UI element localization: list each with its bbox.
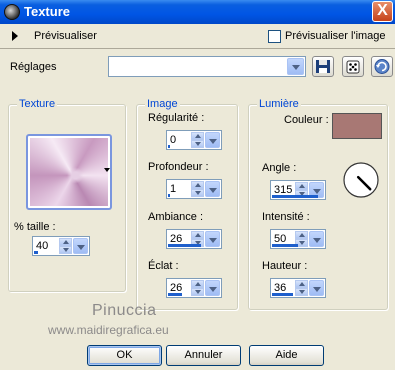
light_group-field-spin[interactable]: 36 xyxy=(270,278,326,298)
ok-button[interactable]: OK xyxy=(87,345,162,366)
spin-up-icon[interactable] xyxy=(191,231,204,239)
light_group-field-label: Intensité : xyxy=(262,211,310,223)
chevron-down-icon[interactable] xyxy=(205,132,220,148)
color-label: Couleur : xyxy=(284,114,329,126)
size-level-bar xyxy=(34,251,38,254)
preview-image-label: Prévisualiser l'image xyxy=(285,30,386,42)
settings-combo[interactable] xyxy=(108,56,306,77)
title-bar: Texture X xyxy=(0,0,395,24)
expand-arrow-icon[interactable] xyxy=(12,31,18,41)
size-spin[interactable]: 40 xyxy=(32,236,90,256)
spin-buttons[interactable] xyxy=(191,280,204,296)
preview-image-checkbox[interactable] xyxy=(268,30,281,43)
reset-icon xyxy=(374,59,390,74)
dice-icon xyxy=(346,60,360,74)
help-button[interactable]: Aide xyxy=(249,345,324,366)
image_group-field-spin[interactable]: 1 xyxy=(166,179,222,199)
chevron-down-icon[interactable] xyxy=(205,231,220,247)
save-preset-button[interactable] xyxy=(312,56,334,77)
chevron-down-icon[interactable] xyxy=(205,280,220,296)
light_group-field-spin[interactable]: 50 xyxy=(270,229,326,249)
app-icon xyxy=(4,4,20,20)
image_group-field-spin[interactable]: 26 xyxy=(166,278,222,298)
size-label: % taille : xyxy=(14,221,56,233)
cancel-button[interactable]: Annuler xyxy=(166,345,241,366)
spin-up-icon[interactable] xyxy=(59,238,72,246)
image_group-field-label: Éclat : xyxy=(148,260,179,272)
chevron-down-icon[interactable] xyxy=(309,280,324,296)
chevron-down-icon[interactable] xyxy=(309,231,324,247)
spin-up-icon[interactable] xyxy=(295,231,308,239)
spin-down-icon[interactable] xyxy=(191,189,204,197)
chevron-down-icon[interactable] xyxy=(205,181,220,197)
spin-down-icon[interactable] xyxy=(295,288,308,296)
light_group-field-label: Angle : xyxy=(262,162,297,174)
light_group-field-label: Hauteur : xyxy=(262,260,308,272)
spin-up-icon[interactable] xyxy=(191,132,204,140)
spin-up-icon[interactable] xyxy=(295,280,308,288)
spin-up-icon[interactable] xyxy=(191,280,204,288)
texture-group-title: Texture xyxy=(17,98,58,110)
settings-label: Réglages xyxy=(10,61,57,73)
watermark-name: Pinuccia xyxy=(92,302,157,319)
field-level-bar xyxy=(168,194,170,197)
field-level-bar xyxy=(272,195,318,198)
close-button[interactable]: X xyxy=(372,1,393,22)
image_group-field-label: Régularité : xyxy=(148,112,205,124)
field-level-bar xyxy=(168,244,201,247)
texture-swatch xyxy=(30,138,108,206)
spin-up-icon[interactable] xyxy=(295,182,308,190)
texture-dropdown-arrow-icon[interactable] xyxy=(104,168,110,172)
window-title: Texture xyxy=(24,4,70,19)
field-level-bar xyxy=(272,244,298,247)
image_group-field-spin[interactable]: 26 xyxy=(166,229,222,249)
size-spin-buttons[interactable] xyxy=(59,238,72,254)
image-group-title: Image xyxy=(145,98,180,110)
watermark-url: www.maidiregrafica.eu xyxy=(48,323,169,337)
field-level-bar xyxy=(168,145,170,148)
chevron-down-icon[interactable] xyxy=(73,238,88,254)
spin-down-icon[interactable] xyxy=(191,140,204,148)
preview-label[interactable]: Prévisualiser xyxy=(34,30,97,42)
chevron-down-icon[interactable] xyxy=(287,58,304,75)
light-group-title: Lumière xyxy=(257,98,301,110)
image_group-field-label: Profondeur : xyxy=(148,161,209,173)
image_group-field-spin[interactable]: 0 xyxy=(166,130,222,150)
reset-button[interactable] xyxy=(371,56,393,77)
spin-up-icon[interactable] xyxy=(191,181,204,189)
texture-preview[interactable] xyxy=(26,134,112,210)
spin-buttons[interactable] xyxy=(295,280,308,296)
light_group-field-spin[interactable]: 315 xyxy=(270,180,326,200)
random-button[interactable] xyxy=(342,56,364,77)
floppy-disk-icon xyxy=(316,60,330,73)
preview-bar: Prévisualiser Prévisualiser l'image xyxy=(0,24,395,49)
field-level-bar xyxy=(272,293,293,296)
spin-buttons[interactable] xyxy=(191,132,204,148)
angle-dial[interactable] xyxy=(341,160,381,200)
image_group-field-label: Ambiance : xyxy=(148,211,204,223)
image_group-field-value: 0 xyxy=(170,134,177,146)
image_group-field-value: 1 xyxy=(170,183,177,195)
spin-down-icon[interactable] xyxy=(59,246,72,254)
spin-buttons[interactable] xyxy=(191,181,204,197)
field-level-bar xyxy=(168,293,182,296)
spin-down-icon[interactable] xyxy=(191,288,204,296)
color-swatch[interactable] xyxy=(332,113,382,139)
